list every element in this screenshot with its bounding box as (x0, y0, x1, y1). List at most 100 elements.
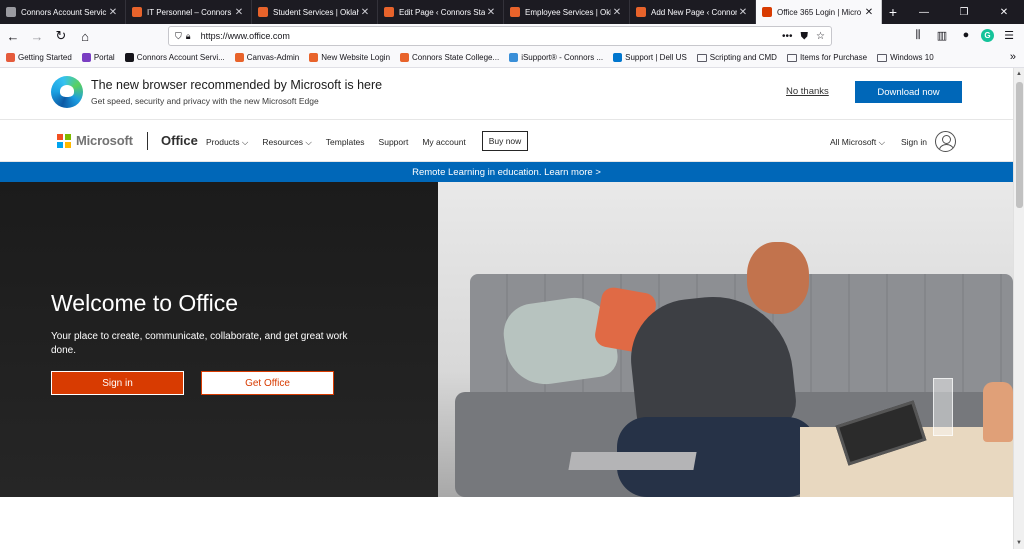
window-controls: — ❐ ✕ (904, 0, 1024, 24)
keyboard-shape (568, 452, 697, 470)
back-icon[interactable]: ← (2, 25, 24, 47)
bookmark-item[interactable]: New Website Login (309, 53, 390, 62)
announcement-bar[interactable]: Remote Learning in education. Learn more… (0, 162, 1013, 182)
grammarly-icon[interactable]: G (981, 28, 994, 42)
browser-tab[interactable]: Employee Services | Okl ✕ (504, 0, 630, 24)
header-sign-in-link[interactable]: Sign in (901, 137, 927, 147)
bookmark-item[interactable]: Portal (81, 53, 115, 62)
browser-tab[interactable]: Office 365 Login | Micro ✕ (756, 0, 882, 24)
tab-title: Office 365 Login | Micro (777, 7, 862, 17)
page-scrollbar[interactable]: ▲ ▼ (1013, 68, 1024, 549)
header-nav-item[interactable]: Support (379, 137, 409, 148)
tab-close-icon[interactable]: ✕ (485, 7, 497, 18)
bookmark-item[interactable]: Connors Account Servi... (124, 53, 225, 62)
page-actions-menu-icon[interactable]: ••• (782, 31, 793, 42)
folder-icon (877, 53, 888, 62)
bookmark-favicon-icon (309, 53, 319, 62)
header-divider (147, 132, 148, 150)
bookmark-item[interactable]: Getting Started (6, 53, 72, 62)
forward-icon[interactable]: → (26, 25, 48, 47)
avatar-icon[interactable] (935, 131, 956, 152)
scroll-up-icon[interactable]: ▲ (1016, 71, 1022, 77)
sidebar-icon[interactable]: ▥ (933, 26, 951, 44)
close-window-icon[interactable]: ✕ (984, 0, 1024, 24)
header-nav: Products ⌵ Resources ⌵ Templates Support My … (206, 137, 466, 148)
scroll-down-icon[interactable]: ▼ (1016, 540, 1022, 546)
bookmark-favicon-icon (234, 53, 244, 62)
url-text[interactable]: https://www.office.com (201, 31, 290, 41)
pocket-icon[interactable]: ⛊ (801, 31, 809, 42)
shield-icon[interactable]: ⛉ (175, 31, 182, 42)
tab-close-icon[interactable]: ✕ (863, 7, 875, 18)
bookmark-item[interactable]: Items for Purchase (786, 53, 868, 62)
bookmark-label: Portal (93, 53, 115, 62)
lock-icon[interactable]: 🔒︎ (186, 31, 191, 42)
bookmark-favicon-icon (509, 53, 519, 62)
bookmark-label: Items for Purchase (799, 53, 868, 62)
microsoft-brand[interactable]: Microsoft (76, 133, 133, 148)
logo-square (57, 142, 63, 148)
tab-favicon-icon (762, 7, 772, 17)
tab-close-icon[interactable]: ✕ (233, 7, 245, 18)
logo-square (65, 134, 71, 140)
bookmark-item[interactable]: Windows 10 (877, 53, 934, 62)
tab-close-icon[interactable]: ✕ (611, 7, 623, 18)
office-brand[interactable]: Office (161, 133, 198, 148)
bookmark-item[interactable]: Support | Dell US (613, 53, 687, 62)
get-office-button[interactable]: Get Office (201, 371, 334, 395)
tab-close-icon[interactable]: ✕ (737, 7, 749, 18)
restore-icon[interactable]: ❐ (944, 0, 984, 24)
download-now-button[interactable]: Download now (855, 81, 962, 103)
bookmark-label: Connors Account Servi... (136, 53, 225, 62)
bookmark-label: iSupport® - Connors ... (521, 53, 604, 62)
tab-close-icon[interactable]: ✕ (107, 7, 119, 18)
reload-icon[interactable]: ↻ (50, 25, 72, 47)
browser-tab[interactable]: Connors Account Servic ✕ (0, 0, 126, 24)
library-icon[interactable]: ⫼ (909, 26, 927, 44)
more-bookmarks-icon[interactable]: » (1010, 51, 1016, 63)
menu-icon[interactable]: ☰ (1000, 26, 1018, 44)
minimize-icon[interactable]: — (904, 0, 944, 24)
microsoft-logo-icon[interactable] (57, 134, 71, 148)
browser-tab[interactable]: Student Services | Oklah ✕ (252, 0, 378, 24)
buy-now-button[interactable]: Buy now (482, 131, 528, 151)
home-icon[interactable]: ⌂ (74, 25, 96, 47)
header-nav-item[interactable]: My account (422, 137, 465, 148)
folder-icon (786, 53, 797, 62)
person-head-shape (747, 242, 809, 314)
bookmark-item[interactable]: iSupport® - Connors ... (509, 53, 603, 62)
browser-tab[interactable]: Add New Page ‹ Connors ✕ (630, 0, 756, 24)
tab-favicon-icon (132, 7, 142, 17)
hero-sign-in-button[interactable]: Sign in (51, 371, 184, 395)
folder-icon (696, 53, 707, 62)
bookmark-star-icon[interactable]: ☆ (816, 31, 825, 42)
bookmark-label: Connors State College... (412, 53, 500, 62)
header-nav-item[interactable]: Templates (326, 137, 365, 148)
header-nav-item[interactable]: Resources ⌵ (262, 137, 311, 148)
header-nav-item[interactable]: Products ⌵ (206, 137, 248, 148)
bookmark-item[interactable]: Connors State College... (400, 53, 499, 62)
url-actions: ••• ⛊ ☆ (782, 31, 825, 42)
new-tab-button[interactable]: + (882, 0, 904, 24)
tab-title: Add New Page ‹ Connors (651, 7, 737, 17)
account-icon[interactable]: ● (957, 26, 975, 44)
bookmark-favicon-icon (124, 53, 134, 62)
bookmark-item[interactable]: Scripting and CMD (696, 53, 777, 62)
url-bar[interactable]: ⛉ 🔒︎ https://www.office.com ••• ⛊ ☆ (168, 26, 832, 46)
no-thanks-link[interactable]: No thanks (786, 86, 829, 97)
browser-tab[interactable]: IT Personnel – Connors S ✕ (126, 0, 252, 24)
hero-title: Welcome to Office (51, 290, 239, 316)
browser-tab[interactable]: Edit Page ‹ Connors Stat ✕ (378, 0, 504, 24)
bookmark-item[interactable]: Canvas-Admin (234, 53, 299, 62)
logo-square (65, 142, 71, 148)
scroll-thumb[interactable] (1016, 82, 1023, 208)
navigation-bar: ← → ↻ ⌂ ⛉ 🔒︎ https://www.office.com ••• … (0, 24, 1024, 48)
vase-shape (983, 382, 1013, 442)
bookmarks-toolbar: Getting Started Portal Connors Account Ser… (0, 48, 1024, 68)
tab-title: IT Personnel – Connors S (147, 7, 233, 17)
tab-close-icon[interactable]: ✕ (359, 7, 371, 18)
site-header: Microsoft Office Products ⌵ Resources ⌵ Te… (0, 120, 1013, 162)
all-microsoft-menu[interactable]: All Microsoft ⌵ (830, 137, 885, 148)
edge-banner-title: The new browser recommended by Microsoft… (91, 78, 383, 92)
bookmark-favicon-icon (6, 53, 15, 62)
